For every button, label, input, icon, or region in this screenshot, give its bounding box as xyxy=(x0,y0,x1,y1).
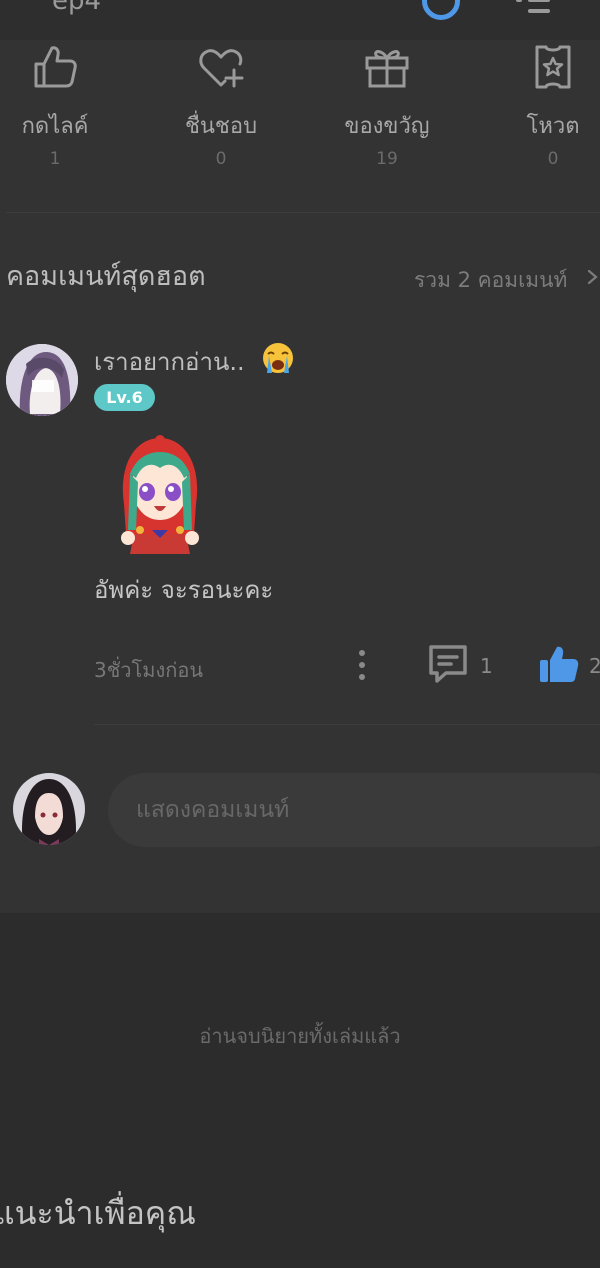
sticker-image xyxy=(121,435,199,554)
gift-icon xyxy=(365,50,409,88)
vote-count: 0 xyxy=(547,149,559,169)
favorite-label: ชื่นชอบ xyxy=(184,114,258,139)
thumbs-up-icon xyxy=(34,46,77,88)
favorite-count: 0 xyxy=(215,149,227,169)
user-avatar-image xyxy=(13,773,85,845)
gift-action[interactable]: ของขวัญ 19 xyxy=(327,42,447,169)
reply-comment-icon[interactable] xyxy=(426,642,470,686)
comment-text: อัพค่ะ จะรอนะคะ xyxy=(94,576,274,604)
chevron-right-icon[interactable] xyxy=(586,270,600,284)
user-avatar xyxy=(13,773,85,845)
divider xyxy=(6,212,600,213)
gift-count: 19 xyxy=(376,149,398,169)
vote-ticket-icon xyxy=(535,45,571,89)
commenter-username: เราอยากอ่าน.. xyxy=(94,348,245,376)
hot-comments-title: คอมเมนท์สุดฮอต xyxy=(6,261,206,292)
finished-reading-text: อ่านจบนิยายทั้งเล่มแล้ว xyxy=(199,1024,401,1048)
like-count-comment: 2 xyxy=(589,654,600,678)
heart-plus-icon xyxy=(199,49,244,88)
more-options-icon[interactable] xyxy=(352,648,372,682)
commenter-avatar[interactable] xyxy=(6,344,78,416)
menu-list-icon[interactable] xyxy=(516,0,550,14)
gift-label: ของขวัญ xyxy=(344,114,430,139)
favorite-action[interactable]: ชื่นชอบ 0 xyxy=(161,42,281,169)
like-count: 1 xyxy=(49,149,61,169)
divider xyxy=(94,724,600,725)
thumbs-up-filled-icon[interactable] xyxy=(538,644,580,686)
recommend-title: แนะนำเพื่อคุณ xyxy=(0,1194,196,1232)
like-label: กดไลค์ xyxy=(21,114,89,139)
comment-input[interactable]: แสดงคอมเมนท์ xyxy=(108,773,600,847)
crying-emoji-icon xyxy=(263,343,293,373)
vote-action[interactable]: โหวต 0 xyxy=(493,42,600,169)
top-bar: ep4 xyxy=(0,0,600,40)
vote-label: โหวต xyxy=(526,114,580,139)
episode-title: ep4 xyxy=(52,0,102,16)
circle-icon[interactable] xyxy=(422,0,460,20)
total-comments-link[interactable]: รวม 2 คอมเมนท์ xyxy=(414,264,567,297)
comment-time: 3ชั่วโมงก่อน xyxy=(94,658,204,682)
reply-count: 1 xyxy=(480,654,493,678)
level-badge: Lv.6 xyxy=(94,384,155,411)
commenter-avatar-image xyxy=(6,344,78,416)
like-action[interactable]: กดไลค์ 1 xyxy=(0,42,115,169)
